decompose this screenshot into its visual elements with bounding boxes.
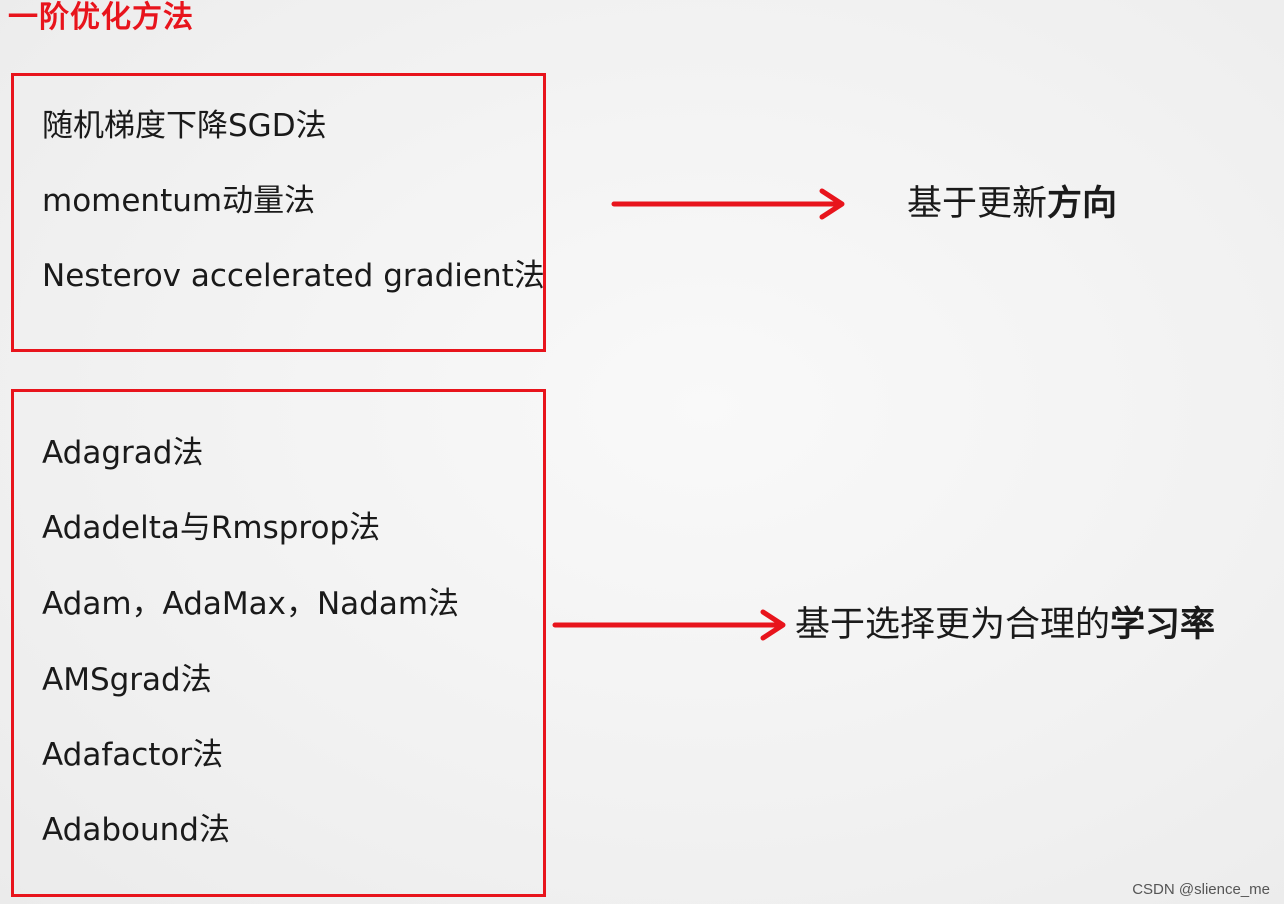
direction-arrow-icon — [611, 188, 845, 220]
watermark: CSDN @slience_me — [1132, 881, 1270, 898]
method-amsgrad: AMSgrad法 — [42, 662, 212, 698]
direction-label-plain: 基于更新 — [907, 184, 1048, 224]
direction-methods-box: 随机梯度下降SGD法 momentum动量法 Nesterov accelera… — [11, 73, 546, 352]
page-title: 一阶优化方法 — [8, 0, 194, 35]
method-adafactor: Adafactor法 — [42, 737, 224, 773]
direction-label-bold: 方向 — [1047, 184, 1118, 224]
direction-label: 基于更新方向 — [907, 182, 1117, 226]
method-adadelta-rmsprop: Adadelta与Rmsprop法 — [42, 510, 381, 546]
method-nesterov: Nesterov accelerated gradient法 — [42, 258, 545, 294]
learning-rate-arrow-icon — [552, 609, 786, 641]
method-momentum: momentum动量法 — [42, 183, 316, 219]
method-adabound: Adabound法 — [42, 812, 230, 848]
learning-rate-label-bold: 学习率 — [1110, 605, 1216, 645]
learning-rate-label-plain: 基于选择更为合理的 — [795, 605, 1111, 645]
method-sgd: 随机梯度下降SGD法 — [42, 108, 327, 144]
method-adagrad: Adagrad法 — [42, 435, 204, 471]
method-adam-adamax-nadam: Adam，AdaMax，Nadam法 — [42, 586, 460, 622]
learning-rate-label: 基于选择更为合理的学习率 — [795, 603, 1215, 647]
learning-rate-methods-box: Adagrad法 Adadelta与Rmsprop法 Adam，AdaMax，N… — [11, 389, 546, 897]
